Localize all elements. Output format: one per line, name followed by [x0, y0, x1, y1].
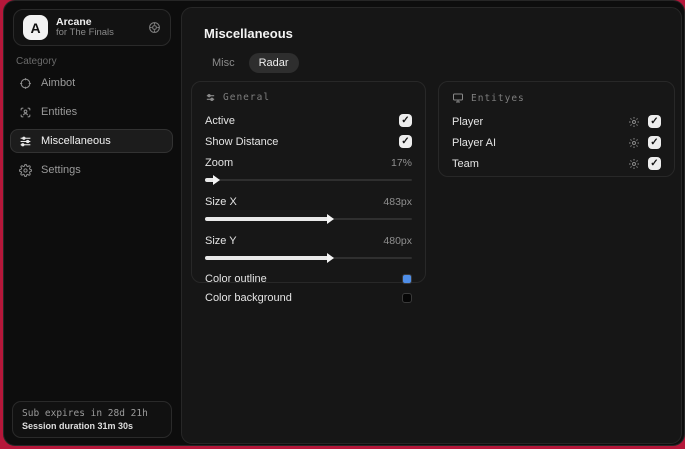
entity-label: Player AI — [452, 136, 497, 149]
entity-row-player-ai: Player AI ✓ — [452, 132, 661, 153]
slider-thumb[interactable] — [327, 253, 335, 263]
subscription-card: Sub expires in 28d 21h Session duration … — [12, 401, 172, 438]
sidebar-nav: Aimbot Entities Miscellaneous Settings — [10, 71, 173, 182]
setting-row-color-outline: Color outline — [205, 269, 412, 288]
setting-label: Size X — [205, 195, 237, 208]
setting-label: Color outline — [205, 272, 267, 285]
size-x-slider[interactable] — [205, 214, 412, 224]
session-duration-text: Session duration 31m 30s — [22, 421, 134, 431]
player-checkbox[interactable]: ✓ — [648, 115, 661, 128]
active-checkbox[interactable]: ✓ — [399, 114, 412, 127]
sidebar-item-miscellaneous[interactable]: Miscellaneous — [10, 129, 173, 153]
player-settings-gear-icon[interactable] — [628, 116, 640, 128]
sidebar-item-label: Miscellaneous — [41, 135, 111, 147]
setting-label: Show Distance — [205, 135, 279, 148]
size-y-value: 480px — [383, 234, 412, 247]
setting-label: Color background — [205, 291, 292, 304]
team-settings-gear-icon[interactable] — [628, 158, 640, 170]
sidebar-item-label: Entities — [41, 106, 78, 118]
setting-label: Size Y — [205, 234, 237, 247]
sliders-icon — [19, 135, 32, 148]
sidebar: A Arcane for The Finals Category Aimbot … — [4, 1, 179, 445]
slider-thumb[interactable] — [213, 175, 221, 185]
sidebar-item-label: Settings — [41, 164, 81, 176]
setting-row-size-y: Size Y 480px — [205, 230, 412, 251]
general-panel: General Active ✓ Show Distance ✓ Zoom 17… — [191, 81, 426, 304]
setting-label: Zoom — [205, 156, 234, 169]
sidebar-item-aimbot[interactable]: Aimbot — [10, 71, 173, 95]
team-checkbox[interactable]: ✓ — [648, 157, 661, 170]
target-icon[interactable] — [148, 21, 161, 34]
gear-icon — [19, 163, 32, 177]
sidebar-item-entities[interactable]: Entities — [10, 100, 173, 124]
crosshair-icon — [19, 77, 32, 90]
tab-radar[interactable]: Radar — [248, 53, 299, 73]
slider-fill — [205, 256, 330, 260]
setting-row-show-distance: Show Distance ✓ — [205, 131, 412, 152]
main-content: Miscellaneous Misc Radar General Active … — [181, 7, 682, 444]
sliders-small-icon — [205, 92, 216, 103]
zoom-slider[interactable] — [205, 175, 412, 185]
logo-card: A Arcane for The Finals — [13, 9, 171, 46]
setting-label: Active — [205, 114, 235, 127]
general-panel-title: General — [223, 92, 271, 103]
size-x-value: 483px — [383, 195, 412, 208]
entity-label: Team — [452, 157, 479, 170]
entities-panel: Entityes Player ✓ Player AI ✓ Team ✓ — [438, 81, 675, 177]
size-y-slider[interactable] — [205, 253, 412, 263]
setting-row-color-background: Color background — [205, 288, 412, 307]
tab-misc[interactable]: Misc — [202, 53, 245, 73]
app-window: A Arcane for The Finals Category Aimbot … — [3, 0, 685, 446]
sub-expires-text: Sub expires in 28d 21h — [22, 408, 148, 419]
sidebar-item-settings[interactable]: Settings — [10, 158, 173, 182]
player-ai-checkbox[interactable]: ✓ — [648, 136, 661, 149]
sidebar-item-label: Aimbot — [41, 77, 76, 89]
slider-thumb[interactable] — [327, 214, 335, 224]
entities-panel-header: Entityes — [452, 92, 661, 104]
setting-row-size-x: Size X 483px — [205, 191, 412, 212]
page-title: Miscellaneous — [204, 26, 293, 41]
show-distance-checkbox[interactable]: ✓ — [399, 135, 412, 148]
app-subtitle: for The Finals — [56, 27, 114, 39]
setting-row-zoom: Zoom 17% — [205, 152, 412, 173]
zoom-value: 17% — [390, 156, 412, 169]
entities-panel-title: Entityes — [471, 92, 525, 104]
tab-bar: Misc Radar — [202, 53, 299, 73]
monitor-icon — [452, 92, 464, 104]
color-outline-swatch[interactable] — [402, 273, 412, 284]
entity-row-player: Player ✓ — [452, 111, 661, 132]
slider-fill — [205, 217, 330, 221]
slider-track — [205, 179, 412, 181]
app-logo: A — [23, 15, 48, 40]
entity-row-team: Team ✓ — [452, 153, 661, 174]
color-background-swatch[interactable] — [402, 292, 412, 303]
general-panel-header: General — [205, 92, 412, 103]
entity-label: Player — [452, 115, 484, 128]
logo-texts: Arcane for The Finals — [56, 16, 140, 39]
entities-scan-icon — [19, 106, 32, 119]
setting-row-active: Active ✓ — [205, 110, 412, 131]
category-label: Category — [16, 56, 57, 67]
player-ai-settings-gear-icon[interactable] — [628, 137, 640, 149]
